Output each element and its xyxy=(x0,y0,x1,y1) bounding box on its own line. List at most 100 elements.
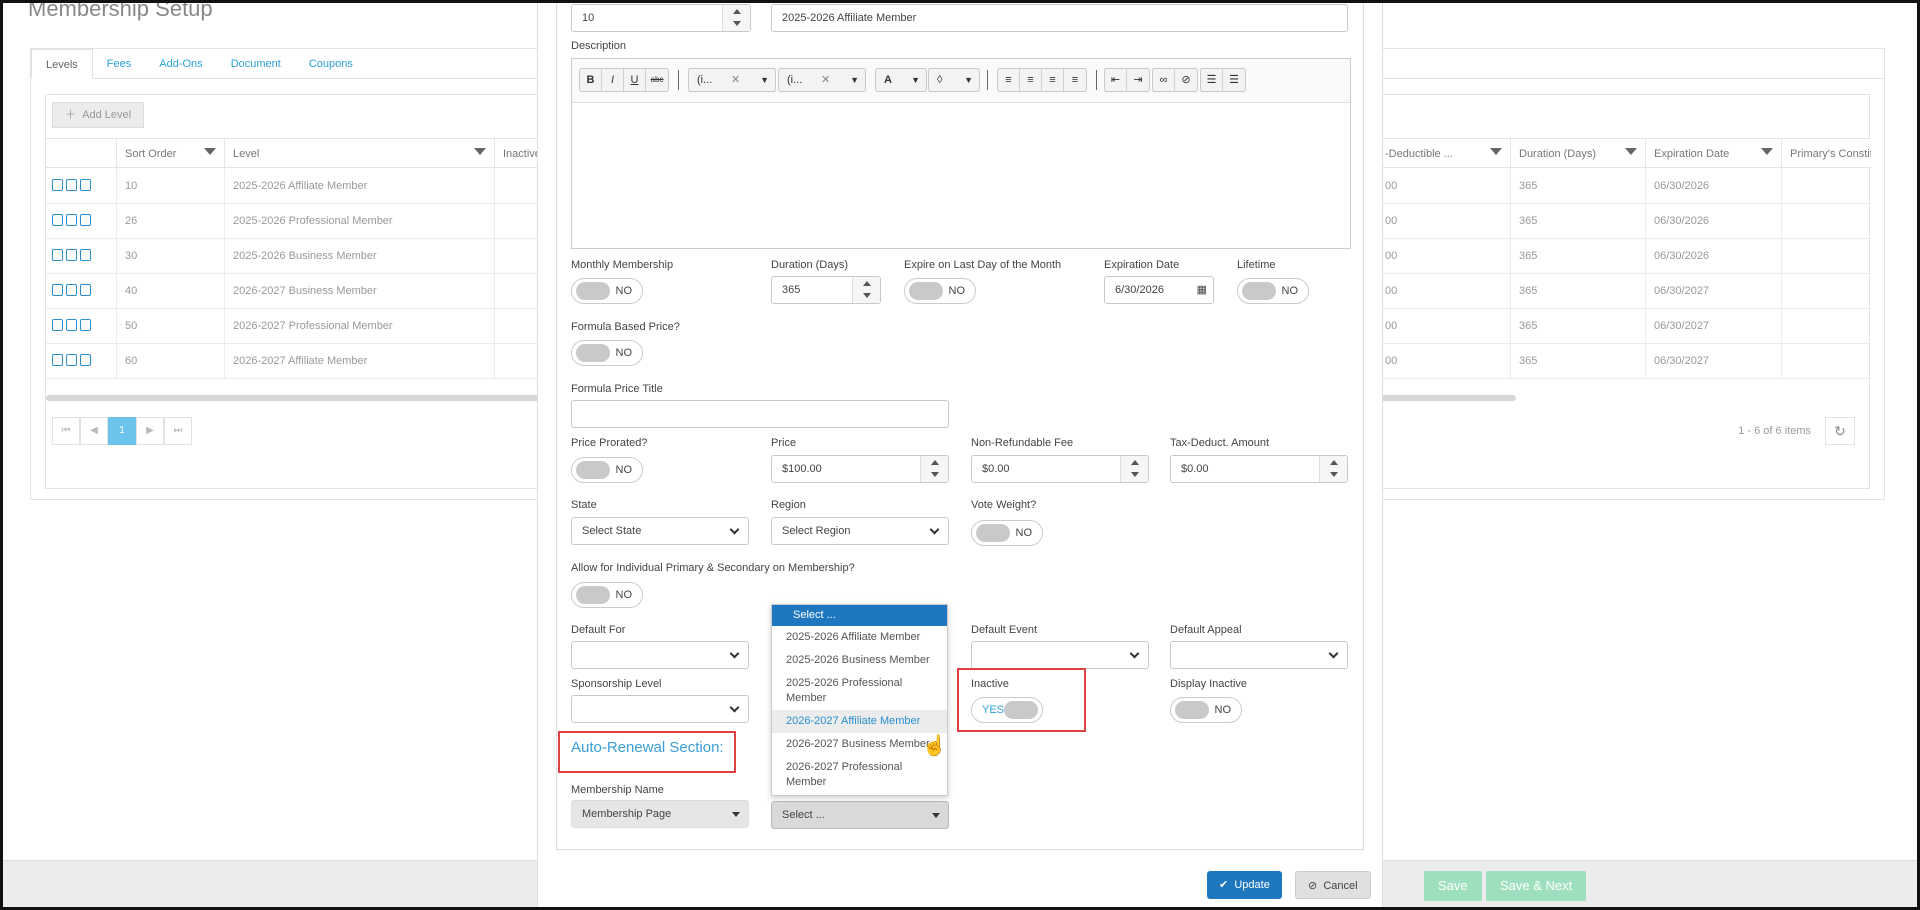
copy-icon[interactable] xyxy=(80,249,91,261)
editor-content-area[interactable] xyxy=(572,104,1350,248)
sponsorship-level-select[interactable] xyxy=(571,695,749,723)
update-button[interactable]: ✔ Update xyxy=(1207,871,1282,899)
stepper-icon[interactable] xyxy=(920,456,948,482)
allow-individual-toggle[interactable]: NO xyxy=(571,582,643,608)
dropdown-option[interactable]: 2026-2027 Professional Member xyxy=(772,756,947,794)
header-sort-order[interactable]: Sort Order xyxy=(116,139,224,169)
strikethrough-button[interactable]: abc xyxy=(646,69,668,91)
add-level-button[interactable]: ＋ Add Level xyxy=(52,102,145,128)
copy-icon[interactable] xyxy=(80,179,91,191)
background-color-button[interactable]: ◊ ▼ xyxy=(928,68,980,92)
dropdown-option[interactable]: Select ... xyxy=(772,605,947,626)
chevron-down-icon[interactable]: ▼ xyxy=(964,69,973,91)
monthly-membership-toggle[interactable]: NO xyxy=(571,278,643,304)
align-right-icon[interactable]: ≡ xyxy=(1020,69,1042,91)
dropdown-option[interactable]: 2025-2026 Professional Member xyxy=(772,672,947,710)
tab-levels[interactable]: Levels xyxy=(31,49,93,79)
edit-icon[interactable] xyxy=(52,319,63,331)
copy-icon[interactable] xyxy=(80,214,91,226)
stepper-icon[interactable] xyxy=(1120,456,1148,482)
font-family-combo[interactable]: (i... ✕ ▼ xyxy=(688,68,776,92)
underline-button[interactable]: U xyxy=(624,69,646,91)
default-event-select[interactable] xyxy=(971,641,1149,669)
stepper-icon[interactable] xyxy=(722,5,750,31)
header-duration[interactable]: Duration (Days) xyxy=(1510,139,1645,169)
formula-based-toggle[interactable]: NO xyxy=(571,340,643,366)
indent-icon[interactable]: ⇥ xyxy=(1127,69,1149,91)
expiration-date-input[interactable]: 6/30/2026 ▦ xyxy=(1104,276,1214,304)
trash-icon[interactable] xyxy=(66,214,77,226)
chevron-down-icon[interactable]: ▼ xyxy=(850,69,859,91)
header-primary-constituent[interactable]: Primary's Constitu xyxy=(1781,139,1871,169)
next-page-button[interactable]: ▶ xyxy=(136,417,164,445)
refresh-icon[interactable]: ↻ xyxy=(1825,417,1855,445)
clear-icon[interactable]: ✕ xyxy=(731,69,740,91)
stepper-icon[interactable] xyxy=(1319,456,1347,482)
expire-last-day-toggle[interactable]: NO xyxy=(904,278,976,304)
first-page-button[interactable]: ⏮ xyxy=(52,417,80,445)
edit-icon[interactable] xyxy=(52,354,63,366)
edit-icon[interactable] xyxy=(52,284,63,296)
font-color-button[interactable]: A ▼ xyxy=(875,68,927,92)
ordered-list-icon[interactable]: ☰ xyxy=(1201,69,1223,91)
vote-weight-toggle[interactable]: NO xyxy=(971,520,1043,546)
tab-document[interactable]: Document xyxy=(217,49,295,78)
align-left-icon[interactable]: ≡ xyxy=(998,69,1020,91)
chevron-down-icon[interactable]: ▼ xyxy=(911,69,920,91)
header-deductible[interactable]: -Deductible ... xyxy=(1376,139,1510,169)
tax-deduct-amount-input[interactable]: $0.00 xyxy=(1170,455,1348,483)
filter-icon[interactable] xyxy=(204,148,216,155)
edit-icon[interactable] xyxy=(52,249,63,261)
duration-days-input[interactable]: 365 xyxy=(771,276,881,304)
italic-button[interactable]: I xyxy=(602,69,624,91)
copy-icon[interactable] xyxy=(80,284,91,296)
default-appeal-select[interactable] xyxy=(1170,641,1348,669)
stepper-icon[interactable] xyxy=(852,277,880,303)
clear-icon[interactable]: ✕ xyxy=(821,69,830,91)
formula-price-title-input[interactable] xyxy=(571,400,949,428)
chevron-down-icon[interactable]: ▼ xyxy=(760,69,769,91)
calendar-icon[interactable]: ▦ xyxy=(1197,277,1207,303)
tab-fees[interactable]: Fees xyxy=(93,49,145,78)
dropdown-option[interactable]: 2026-2027 Business Member xyxy=(772,733,947,756)
dropdown-option[interactable]: 2025-2026 Affiliate Member xyxy=(772,626,947,649)
trash-icon[interactable] xyxy=(66,179,77,191)
cancel-button[interactable]: ⊘ Cancel xyxy=(1295,871,1371,899)
copy-icon[interactable] xyxy=(80,354,91,366)
align-center-icon[interactable]: ≡ xyxy=(1042,69,1064,91)
filter-icon[interactable] xyxy=(1625,148,1637,155)
default-for-select[interactable] xyxy=(571,641,749,669)
price-prorated-toggle[interactable]: NO xyxy=(571,457,643,483)
unordered-list-icon[interactable]: ☰ xyxy=(1223,69,1245,91)
trash-icon[interactable] xyxy=(66,284,77,296)
unlink-icon[interactable]: ⊘ xyxy=(1175,69,1197,91)
save-next-button[interactable]: Save & Next xyxy=(1486,871,1587,901)
edit-icon[interactable] xyxy=(52,214,63,226)
header-level[interactable]: Level xyxy=(224,139,494,169)
non-refundable-fee-input[interactable]: $0.00 xyxy=(971,455,1149,483)
display-inactive-toggle[interactable]: NO xyxy=(1170,697,1242,723)
membership-name-select[interactable]: Membership Page xyxy=(571,800,749,828)
edit-icon[interactable] xyxy=(52,179,63,191)
align-justify-icon[interactable]: ≡ xyxy=(1064,69,1086,91)
filter-icon[interactable] xyxy=(1761,148,1773,155)
font-size-combo[interactable]: (i... ✕ ▼ xyxy=(778,68,866,92)
bold-button[interactable]: B xyxy=(580,69,602,91)
tab-add-ons[interactable]: Add-Ons xyxy=(145,49,216,78)
lifetime-toggle[interactable]: NO xyxy=(1237,278,1309,304)
state-select[interactable]: Select State xyxy=(571,517,749,545)
link-icon[interactable]: ∞ xyxy=(1153,69,1175,91)
page-1-button[interactable]: 1 xyxy=(108,417,136,445)
save-button[interactable]: Save xyxy=(1424,871,1482,901)
renewal-level-select[interactable]: Select ... xyxy=(771,801,949,829)
trash-icon[interactable] xyxy=(66,354,77,366)
sort-order-input[interactable]: 10 xyxy=(571,4,751,32)
filter-icon[interactable] xyxy=(1490,148,1502,155)
level-name-input[interactable]: 2025-2026 Affiliate Member xyxy=(771,4,1348,32)
trash-icon[interactable] xyxy=(66,319,77,331)
prev-page-button[interactable]: ◀ xyxy=(80,417,108,445)
dropdown-option[interactable]: 2026-2027 Affiliate Member xyxy=(772,710,947,733)
tab-coupons[interactable]: Coupons xyxy=(295,49,367,78)
copy-icon[interactable] xyxy=(80,319,91,331)
filter-icon[interactable] xyxy=(474,148,486,155)
